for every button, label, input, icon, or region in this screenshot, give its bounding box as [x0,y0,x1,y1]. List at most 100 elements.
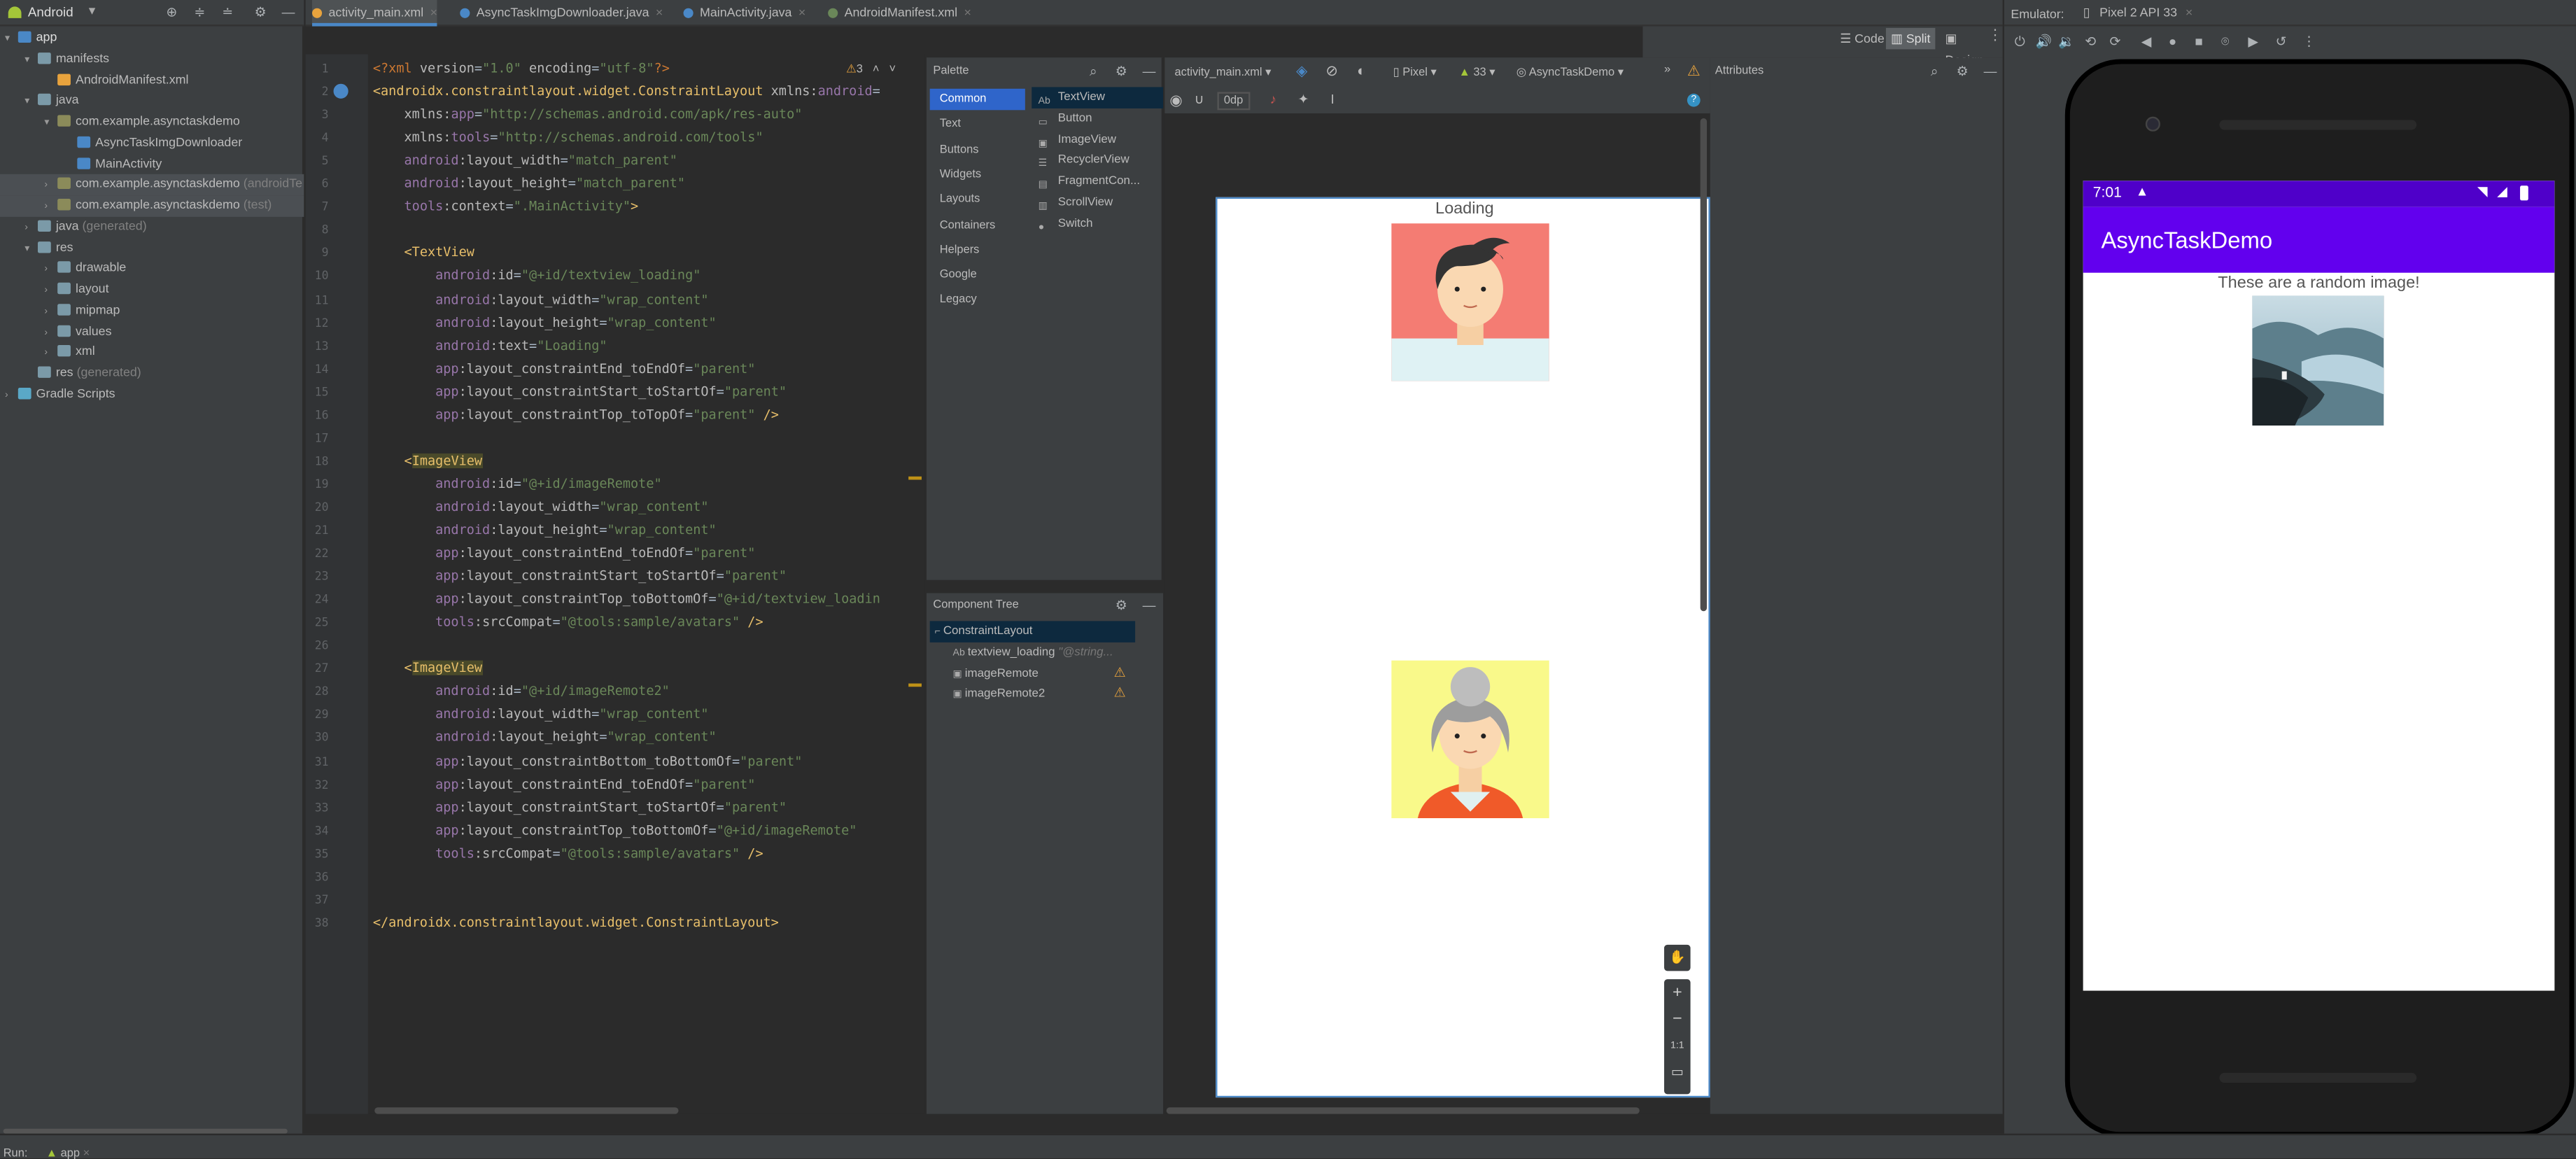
palette-item-fragmentcon-[interactable]: ▤ FragmentCon... [1032,171,1163,192]
tree-row-com-example-asynctaskdemo[interactable]: › com.example.asynctaskdemo (androidTe [0,174,304,196]
palette-category-buttons[interactable]: Buttons [930,139,1025,161]
warning-icon[interactable]: ⚠ [846,64,857,76]
back-icon[interactable]: ◀ [2139,34,2153,49]
tab-mainactivity-java[interactable]: MainActivity.java × [683,0,805,27]
overflow-icon[interactable]: » [1664,64,1670,76]
tree-row-androidmanifest-xml[interactable]: AndroidManifest.xml [0,70,304,91]
palette-item-button[interactable]: ▭ Button [1032,108,1163,129]
orientation-icon[interactable]: ⊘ [1325,62,1338,80]
zoom-ratio-button[interactable]: 1:1 [1664,1041,1691,1051]
tree-row-gradle-scripts[interactable]: › Gradle Scripts [0,384,304,405]
chevron-up-icon[interactable]: ˄ [873,64,880,76]
overview-icon[interactable]: ■ [2192,34,2207,49]
chevron-right-icon[interactable]: › [44,197,57,216]
zoom-out-button[interactable]: − [1664,1011,1691,1029]
snapshot-icon[interactable]: ↺ [2274,34,2288,49]
chevron-down-icon[interactable]: ▾ [24,92,38,111]
help-icon[interactable]: ? [1687,93,1701,107]
palette-item-switch[interactable]: ● Switch [1032,213,1163,234]
search-icon[interactable]: ⌕ [1927,64,1942,79]
chevron-down-icon[interactable]: ▾ [89,3,95,18]
guidelines-icon[interactable]: I [1330,92,1334,106]
chevron-down-icon[interactable]: ▾ [24,50,38,69]
design-vertical-scrollbar[interactable] [1700,118,1708,612]
palette-category-legacy[interactable]: Legacy [930,290,1025,311]
editor-scrollbar[interactable] [374,1107,679,1114]
gear-icon[interactable]: ⚙ [1955,64,1970,79]
chevron-down-icon[interactable]: ▾ [44,113,57,132]
search-icon[interactable]: ⌕ [1086,64,1101,79]
warning-icon[interactable]: ⚠ [1114,686,1126,701]
tree-row-mipmap[interactable]: › mipmap [0,300,304,321]
random-image[interactable] [2252,295,2384,426]
minimize-icon[interactable]: — [1142,64,1157,79]
magnet-icon[interactable]: ∪ [1195,92,1204,106]
eye-icon[interactable]: ◉ [1169,92,1182,110]
warning-icon[interactable]: ⚠ [1114,665,1126,680]
home-icon[interactable]: ● [2165,34,2180,49]
code-mode-button[interactable]: ☰ Code [1835,28,1889,50]
clear-constraints-icon[interactable]: ♪ [1270,92,1276,106]
palette-category-text[interactable]: Text [930,114,1025,136]
palette-category-helpers[interactable]: Helpers [930,239,1025,261]
default-margin-field[interactable]: 0dp [1217,92,1250,111]
palette-category-layouts[interactable]: Layouts [930,189,1025,211]
chevron-right-icon[interactable]: › [44,260,57,279]
screenshot-icon[interactable]: ⌾ [2218,34,2232,49]
device-screen[interactable]: 7:01 ▲ ◥ ◢ AsyncTaskDemo These are a ran… [2083,181,2555,991]
infer-constraints-icon[interactable]: ✦ [1298,92,1309,106]
gear-icon[interactable]: ⚙ [253,5,268,20]
chevron-down-icon[interactable]: ▾ [5,29,18,48]
tree-row-res[interactable]: res (generated) [0,363,304,384]
layout-preview[interactable]: Loading [1216,197,1712,1098]
palette-category-common[interactable]: Common [929,88,1025,111]
device-selector[interactable]: ▯ Pixel ▾ [1393,66,1437,78]
api-selector[interactable]: ▲ 33 ▾ [1459,66,1495,78]
power-icon[interactable]: ⏻ [2013,34,2027,49]
chevron-right-icon[interactable]: › [44,176,57,195]
component-imageremote[interactable]: ▣ imageRemote [930,663,1135,684]
project-scrollbar[interactable] [3,1128,288,1134]
marker-warning[interactable] [908,683,922,687]
tree-row-asynctaskimgdownloader[interactable]: AsyncTaskImgDownloader [0,133,304,154]
emulator-device-tab[interactable]: ▯ Pixel 2 API 33 × [2083,0,2193,27]
design-horizontal-scrollbar[interactable] [1166,1107,1640,1114]
split-mode-button[interactable]: ▥ Split [1885,27,1936,50]
pan-button[interactable]: ✋ [1664,944,1691,971]
expand-all-icon[interactable]: ≑ [192,5,207,20]
tab-activity-main-xml[interactable]: activity_main.xml × [312,0,438,27]
tree-row-com-example-asynctaskdemo[interactable]: › com.example.asynctaskdemo (test) [0,195,304,217]
palette-category-widgets[interactable]: Widgets [930,164,1025,185]
image-remote-preview[interactable] [1391,223,1549,381]
gear-icon[interactable]: ⚙ [1114,598,1129,612]
component-imageremote2[interactable]: ▣ imageRemote2 [930,684,1135,705]
tree-row-layout[interactable]: › layout [0,279,304,300]
tree-row-manifests[interactable]: ▾ manifests [0,49,304,70]
tree-row-values[interactable]: › values [0,321,304,342]
chevron-right-icon[interactable]: › [44,344,57,363]
tree-row-mainactivity[interactable]: MainActivity [0,153,304,174]
close-icon[interactable]: × [656,5,663,20]
collapse-all-icon[interactable]: ≐ [220,5,235,20]
tab-androidmanifest-xml[interactable]: AndroidManifest.xml × [828,0,971,27]
tree-row-res[interactable]: ▾ res [0,237,304,258]
chevron-right-icon[interactable]: › [44,323,57,342]
layout-file-selector[interactable]: activity_main.xml ▾ [1174,66,1271,78]
loading-textview[interactable]: Loading [1217,200,1712,218]
blueprint-layers-icon[interactable]: ◈ [1296,62,1307,80]
palette-category-google[interactable]: Google [930,265,1025,286]
tree-row-java[interactable]: ▾ java [0,91,304,112]
component-constraintlayout[interactable]: ⌐ ConstraintLayout [929,621,1136,642]
minimize-icon[interactable]: — [1983,64,1997,79]
chevron-down-icon[interactable]: ▾ [24,239,38,258]
minimize-icon[interactable]: — [1142,598,1157,612]
tree-row-xml[interactable]: › xml [0,342,304,363]
design-mode-button[interactable]: ▣ Design [1940,28,2002,68]
chevron-down-icon[interactable]: ˅ [889,64,896,76]
more-icon[interactable]: ⋮ [2302,34,2316,49]
class-gutter-icon[interactable] [333,83,349,99]
tree-row-drawable[interactable]: › drawable [0,258,304,279]
warning-icon[interactable]: ⚠ [1687,62,1701,80]
volume-up-icon[interactable]: 🔊 [2036,34,2052,49]
hide-icon[interactable]: — [281,5,295,20]
